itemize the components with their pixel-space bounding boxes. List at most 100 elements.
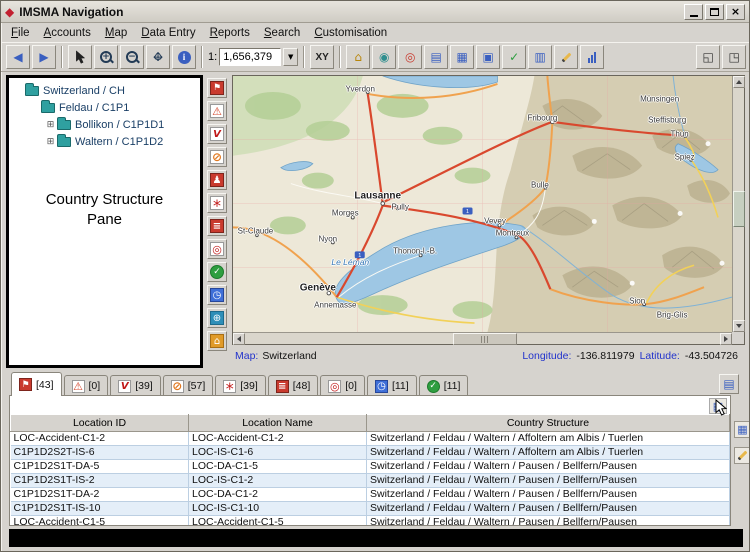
table-cell[interactable]: C1P1D2S1T-DA-5 — [11, 460, 189, 474]
menu-search[interactable]: Search — [257, 25, 307, 41]
layer-gazetteer-button[interactable]: ⊕ — [207, 308, 227, 328]
table-cell[interactable]: LOC-IS-C1-6 — [189, 446, 367, 460]
scroll-up-button[interactable] — [733, 76, 745, 88]
table-cell[interactable]: Switzerland / Feldau / Waltern / Pausen … — [367, 516, 730, 527]
scale-dropdown-button[interactable]: ▼ — [283, 48, 298, 66]
menu-accounts[interactable]: Accounts — [37, 25, 98, 41]
pan-button[interactable]: ↔↕ — [146, 45, 170, 69]
tab-hazards[interactable]: ⚠ [0] — [64, 375, 109, 396]
table-cell[interactable]: C1P1D2S1T-IS-2 — [11, 474, 189, 488]
layer-victim-button[interactable]: V — [207, 124, 227, 144]
map-canvas[interactable]: 1 1 Lausanne Pully Morges Vevey Montre — [233, 76, 732, 332]
layers-button[interactable]: ▤ — [424, 45, 448, 69]
table-cell[interactable]: LOC-Accident-C1-2 — [11, 432, 189, 446]
title-bar[interactable]: ◆ IMSMA Navigation × — [1, 1, 749, 23]
maximize-button[interactable] — [705, 4, 724, 20]
layer-task-button[interactable]: ≡ — [207, 216, 227, 236]
expander-icon[interactable]: ⊞ — [45, 120, 56, 130]
tree-node-bollikon[interactable]: ⊞ Bollikon / C1P1D1 — [9, 116, 200, 133]
table-cell[interactable]: LOC-Accident-C1-2 — [189, 432, 367, 446]
table-row[interactable]: C1P1D2S1T-IS-10 LOC-IS-C1-10 Switzerland… — [11, 502, 730, 516]
tab-victims[interactable]: V [39] — [110, 375, 161, 396]
column-header-location-name[interactable]: Location Name — [189, 415, 367, 432]
horizontal-scroll-thumb[interactable] — [453, 333, 517, 345]
tab-qa[interactable]: ◎ [0] — [320, 375, 365, 396]
table-cell[interactable]: Switzerland / Feldau / Waltern / Pausen … — [367, 474, 730, 488]
chart-tool-button[interactable] — [580, 45, 604, 69]
scroll-right-button[interactable] — [720, 333, 732, 345]
vertical-scroll-thumb[interactable] — [733, 191, 745, 227]
table-row[interactable]: C1P1D2S1T-DA-5 LOC-DA-C1-5 Switzerland /… — [11, 460, 730, 474]
hotlink-button[interactable]: ◎ — [398, 45, 422, 69]
zoom-in-button[interactable]: + — [94, 45, 118, 69]
layer-accident-button[interactable]: * — [207, 193, 227, 213]
expander-icon[interactable]: ⊞ — [45, 137, 56, 147]
table-row[interactable]: C1P1D2S1T-DA-2 LOC-DA-C1-2 Switzerland /… — [11, 488, 730, 502]
layer-location-button[interactable]: ⚑ — [207, 78, 227, 98]
table-row[interactable]: C1P1D2S1T-IS-2 LOC-IS-C1-2 Switzerland /… — [11, 474, 730, 488]
column-header-country-structure[interactable]: Country Structure — [367, 415, 730, 432]
layer-completed-button[interactable]: ✓ — [207, 262, 227, 282]
table-cell[interactable]: LOC-Accident-C1-5 — [189, 516, 367, 527]
column-chooser-button[interactable]: ▦ — [709, 398, 727, 414]
table-row[interactable]: C1P1D2S2T-IS-6 LOC-IS-C1-6 Switzerland /… — [11, 446, 730, 460]
grid-view-button[interactable]: ▦ — [450, 45, 474, 69]
table-cell[interactable]: LOC-DA-C1-2 — [189, 488, 367, 502]
layer-qa-button[interactable]: ◎ — [207, 239, 227, 259]
table-row[interactable]: LOC-Accident-C1-5 LOC-Accident-C1-5 Swit… — [11, 516, 730, 527]
attribute-table-button[interactable]: ▦ — [734, 421, 750, 438]
menu-map[interactable]: Map — [98, 25, 134, 41]
map-vertical-scrollbar[interactable] — [732, 76, 744, 332]
table-cell[interactable]: C1P1D2S1T-DA-2 — [11, 488, 189, 502]
tab-locations[interactable]: ⚑ [43] — [11, 372, 62, 396]
tree-node-switzerland[interactable]: Switzerland / CH — [9, 82, 200, 99]
tree-node-feldau[interactable]: Feldau / C1P1 — [9, 99, 200, 116]
xy-coordinates-button[interactable]: XY — [310, 45, 334, 69]
menu-reports[interactable]: Reports — [203, 25, 257, 41]
globe-button[interactable]: ◉ — [372, 45, 396, 69]
table-cell[interactable]: C1P1D2S2T-IS-6 — [11, 446, 189, 460]
back-button[interactable]: ◀ — [6, 45, 30, 69]
scale-input[interactable] — [219, 48, 281, 66]
cascade-windows-button[interactable]: ◳ — [722, 45, 746, 69]
tab-completed[interactable]: ✓ [11] — [419, 375, 469, 396]
table-cell[interactable]: Switzerland / Feldau / Waltern / Affolte… — [367, 432, 730, 446]
map-horizontal-scrollbar[interactable] — [233, 332, 732, 344]
menu-data-entry[interactable]: Data Entry — [134, 25, 202, 41]
t ab-pending[interactable]: ◷ [11] — [367, 375, 417, 396]
tab-tasks[interactable]: ≡ [48] — [268, 375, 319, 396]
identify-button[interactable]: i — [172, 45, 196, 69]
layer-hazard-reduction-button[interactable]: ⊘ — [207, 147, 227, 167]
table-cell[interactable]: C1P1D2S1T-IS-10 — [11, 502, 189, 516]
select-tool-button[interactable] — [68, 45, 92, 69]
tree-node-waltern[interactable]: ⊞ Waltern / C1P1D2 — [9, 133, 200, 150]
table-cell[interactable]: LOC-IS-C1-10 — [189, 502, 367, 516]
table-cell[interactable]: LOC-DA-C1-5 — [189, 460, 367, 474]
overview-map-button[interactable]: ⌂ — [346, 45, 370, 69]
layer-hazard-button[interactable]: ⚠ — [207, 101, 227, 121]
menu-file[interactable]: File — [4, 25, 37, 41]
column-header-location-id[interactable]: Location ID — [11, 415, 189, 432]
table-cell[interactable]: Switzerland / Feldau / Waltern / Affolte… — [367, 446, 730, 460]
edit-report-button[interactable] — [734, 447, 750, 464]
table-cell[interactable]: Switzerland / Feldau / Waltern / Pausen … — [367, 488, 730, 502]
tab-hazard-reductions[interactable]: ⊘ [57] — [163, 375, 214, 396]
database-button[interactable]: ▥ — [528, 45, 552, 69]
table-cell[interactable]: Switzerland / Feldau / Waltern / Pausen … — [367, 502, 730, 516]
menu-customisation[interactable]: Customisation — [307, 25, 394, 41]
close-button[interactable]: × — [726, 4, 745, 20]
edit-tool-button[interactable] — [554, 45, 578, 69]
layer-mre-button[interactable]: ♟ — [207, 170, 227, 190]
layer-home-button[interactable]: ⌂ — [207, 331, 227, 351]
table-cell[interactable]: LOC-Accident-C1-5 — [11, 516, 189, 527]
data-entry-form-button[interactable]: ▣ — [476, 45, 500, 69]
table-cell[interactable]: LOC-IS-C1-2 — [189, 474, 367, 488]
scroll-left-button[interactable] — [233, 333, 245, 345]
layer-control-button[interactable]: ▤ — [719, 374, 739, 394]
layer-pending-button[interactable]: ◷ — [207, 285, 227, 305]
scroll-down-button[interactable] — [733, 320, 745, 332]
table-row[interactable]: LOC-Accident-C1-2 LOC-Accident-C1-2 Swit… — [11, 432, 730, 446]
approve-button[interactable]: ✓ — [502, 45, 526, 69]
forward-button[interactable]: ▶ — [32, 45, 56, 69]
minimize-button[interactable] — [684, 4, 703, 20]
